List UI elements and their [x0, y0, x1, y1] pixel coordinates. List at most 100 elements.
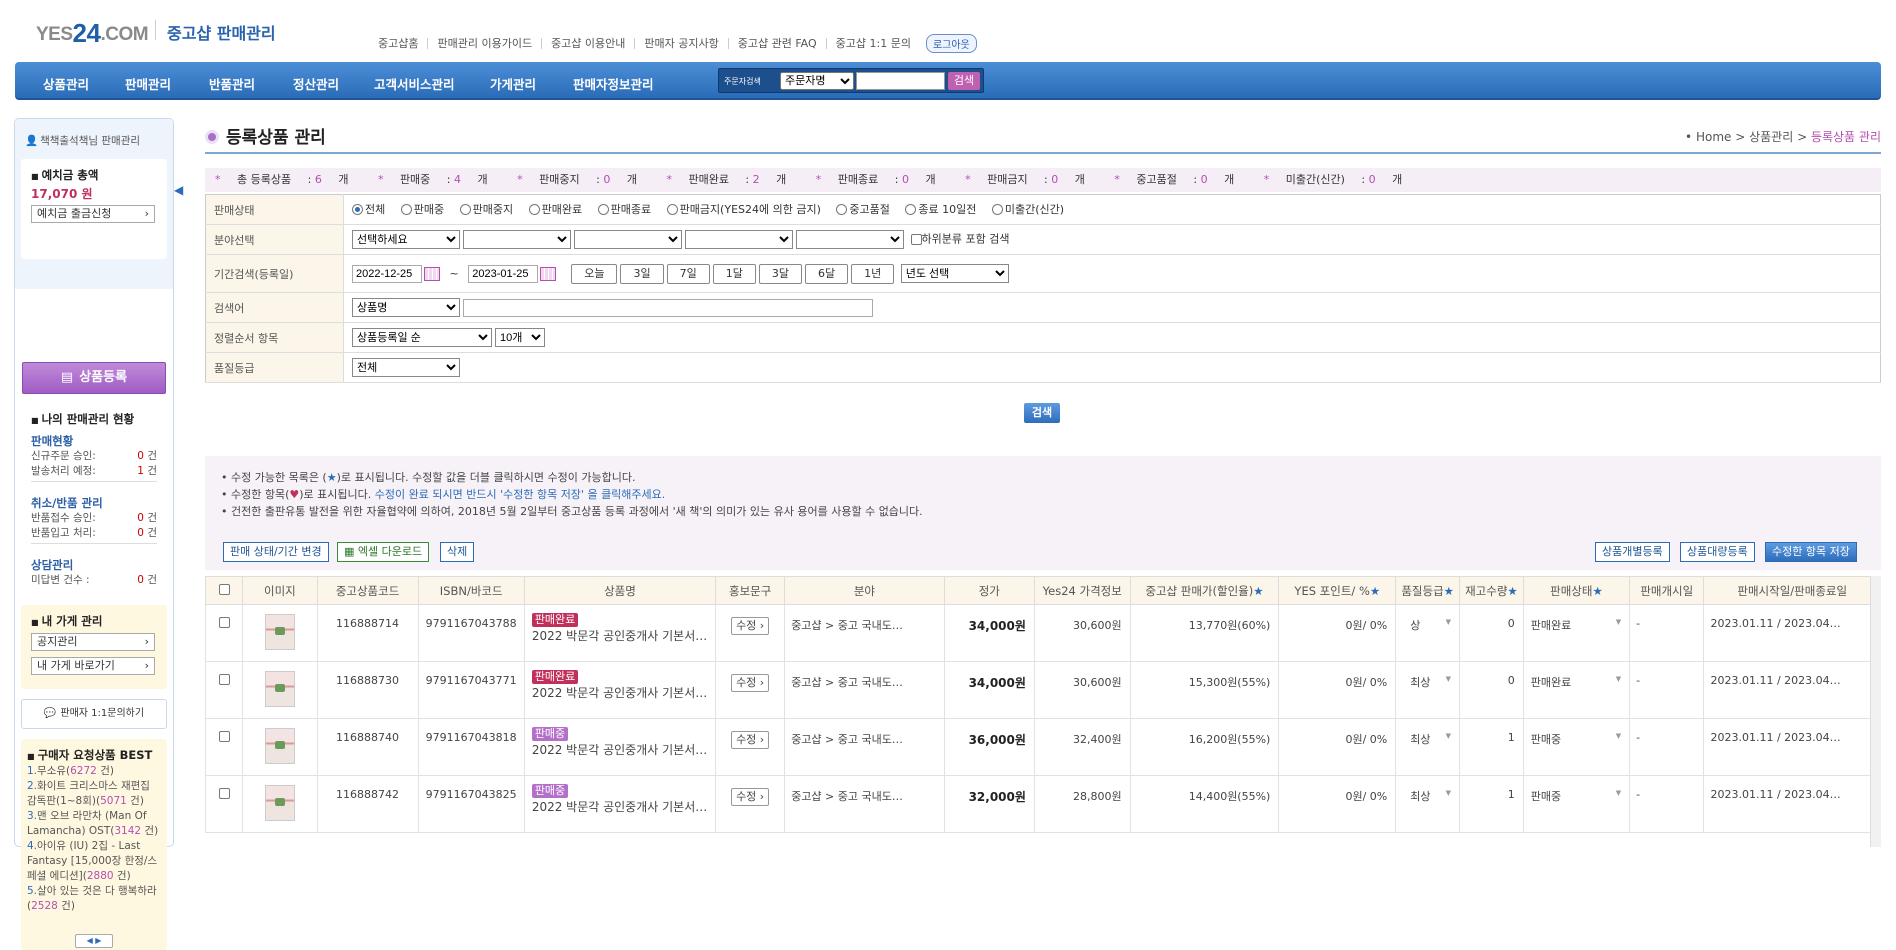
product-name-link[interactable]: 2022 박문각 공인중개사 기본서… [532, 686, 707, 700]
best-item[interactable]: 2.화이트 크리스마스 재편집 감독판(1~8회)(5071 건) [27, 779, 161, 809]
edit-promo-button[interactable]: 수정 › [731, 674, 770, 692]
status-dropdown[interactable]: 판매중 [1531, 731, 1629, 747]
select-all-checkbox[interactable] [218, 583, 230, 595]
next-icon[interactable]: ▶ [95, 936, 101, 945]
category-select-5[interactable] [796, 230, 904, 249]
status-dropdown[interactable]: 판매완료 [1531, 674, 1629, 690]
calendar-icon[interactable] [540, 266, 557, 281]
status-cell[interactable]: 판매중 [1522, 718, 1631, 776]
calendar-icon[interactable] [424, 266, 440, 281]
product-name-link[interactable]: 2022 박문각 공인중개사 기본서… [532, 743, 707, 757]
best-item[interactable]: 3.맨 오브 라만차 (Man Of Lamancha) OST(3142 건) [27, 809, 161, 839]
yes24-logo[interactable]: YES24.COM [36, 16, 149, 48]
sales-status-head[interactable]: 판매현황 [31, 433, 73, 449]
status-cell[interactable]: 판매완료 [1522, 661, 1631, 719]
page-size-select[interactable]: 10개 [495, 328, 545, 347]
status-cell[interactable]: 판매완료 [1522, 604, 1631, 662]
grade-dropdown[interactable]: 상 [1410, 617, 1458, 633]
sale-price-cell[interactable]: 15,300원(55%) [1129, 661, 1280, 719]
top-link-notice[interactable]: 판매자 공지사항 [634, 38, 727, 49]
year-select[interactable]: 년도 선택 [900, 264, 1009, 283]
top-link-usedshop-home[interactable]: 중고샵홈 [378, 38, 427, 49]
order-search-type-select[interactable]: 주문자명 [780, 72, 854, 90]
nav-store[interactable]: 가게관리 [490, 74, 536, 93]
crumb-product[interactable]: 상품관리 [1749, 130, 1793, 144]
table-scrollbar[interactable] [1870, 576, 1881, 847]
category-select-3[interactable] [574, 230, 682, 249]
grade-cell[interactable]: 최상 [1395, 661, 1461, 719]
radio-ended[interactable]: 판매종료 [597, 201, 651, 217]
my-store-button[interactable]: 내 가게 바로가기 [31, 657, 155, 675]
top-link-guide[interactable]: 판매관리 이용가이드 [427, 38, 541, 49]
radio-ending-soon[interactable]: 종료 10일전 [905, 201, 976, 217]
radio-sold[interactable]: 판매완료 [528, 201, 582, 217]
period-7day-button[interactable]: 7일 [666, 263, 710, 284]
radio-banned[interactable]: 판매금지(YES24에 의한 금지) [666, 201, 821, 217]
top-link-info[interactable]: 중고샵 이용안내 [541, 38, 634, 49]
product-name-link[interactable]: 2022 박문각 공인중개사 기본서… [532, 629, 707, 643]
stock-cell[interactable]: 0 [1459, 604, 1524, 662]
book-thumbnail[interactable] [264, 727, 295, 764]
order-search-button[interactable]: 검색 [948, 72, 980, 90]
edit-promo-button[interactable]: 수정 › [731, 731, 770, 749]
consult-head[interactable]: 상담관리 [31, 557, 73, 573]
grade-cell[interactable]: 최상 [1395, 718, 1461, 776]
save-changes-button[interactable]: 수정한 항목 저장 [1765, 542, 1857, 562]
site-subtitle[interactable]: 중고샵 판매관리 [167, 20, 276, 44]
keyword-input[interactable] [463, 298, 873, 317]
best-item[interactable]: 1.무소유(6272 건) [27, 764, 161, 779]
table-row[interactable]: 116888730 9791167043771 판매완료 2022 박문각 공인중개사… [204, 661, 1881, 719]
deposit-withdraw-button[interactable]: 예치금 출금신청 [31, 205, 155, 223]
row-checkbox[interactable] [218, 674, 230, 685]
sort-select[interactable]: 상품등록일 순 [352, 328, 492, 347]
sale-price-cell[interactable]: 14,400원(55%) [1129, 775, 1280, 833]
radio-unpublished[interactable]: 미출간(신간) [991, 201, 1064, 217]
product-register-button[interactable]: ▤ 상품등록 [22, 362, 166, 394]
grade-select[interactable]: 전체 [352, 358, 460, 377]
nav-customer-service[interactable]: 고객서비스관리 [374, 74, 455, 93]
category-select-1[interactable]: 선택하세요 [352, 230, 460, 249]
period-1month-button[interactable]: 1달 [712, 263, 756, 284]
sale-price-cell[interactable]: 16,200원(55%) [1129, 718, 1280, 776]
status-dropdown[interactable]: 판매완료 [1531, 617, 1629, 633]
nav-return[interactable]: 반품관리 [209, 74, 255, 93]
best-pager[interactable]: ◀ ▶ [75, 934, 113, 948]
period-1year-button[interactable]: 1년 [851, 263, 895, 284]
nav-product[interactable]: 상품관리 [43, 74, 89, 93]
status-dropdown[interactable]: 판매중 [1531, 788, 1629, 804]
excel-download-button[interactable]: ▦ 엑셀 다운로드 [337, 542, 430, 562]
cancel-return-head[interactable]: 취소/반품 관리 [31, 495, 103, 511]
period-3month-button[interactable]: 3달 [758, 263, 802, 284]
date-from-input[interactable] [352, 264, 422, 283]
grade-dropdown[interactable]: 최상 [1410, 674, 1458, 690]
grade-dropdown[interactable]: 최상 [1410, 788, 1458, 804]
radio-all[interactable]: 전체 [352, 201, 385, 217]
sidebar-collapse-icon[interactable]: ◀ [174, 183, 186, 207]
book-thumbnail[interactable] [264, 784, 295, 821]
table-row[interactable]: 116888742 9791167043825 판매중 2022 박문각 공인중개사 … [204, 775, 1881, 833]
product-name-link[interactable]: 2022 박문각 공인중개사 기본서… [532, 800, 707, 814]
best-item[interactable]: 5.살아 있는 것은 다 행복하라(2528 건) [27, 884, 161, 914]
order-search-input[interactable] [856, 72, 945, 90]
single-register-button[interactable]: 상품개별등록 [1595, 542, 1670, 562]
edit-promo-button[interactable]: 수정 › [731, 617, 770, 635]
stock-cell[interactable]: 1 [1459, 718, 1524, 776]
category-select-4[interactable] [685, 230, 793, 249]
edit-promo-button[interactable]: 수정 › [731, 788, 770, 806]
status-period-change-button[interactable]: 판매 상태/기간 변경 [223, 542, 329, 562]
point-cell[interactable]: 0원/ 0% [1278, 775, 1397, 833]
status-cell[interactable]: 판매중 [1522, 775, 1631, 833]
grade-cell[interactable]: 최상 [1395, 775, 1461, 833]
filter-search-button[interactable]: 검색 [1024, 403, 1060, 423]
logout-button[interactable]: 로그아웃 [925, 34, 977, 53]
point-cell[interactable]: 0원/ 0% [1278, 604, 1397, 662]
row-checkbox[interactable] [218, 617, 230, 628]
keyword-type-select[interactable]: 상품명 [352, 298, 460, 317]
delete-button[interactable]: 삭제 [440, 542, 475, 562]
include-subcategory-checkbox[interactable] [910, 234, 922, 245]
crumb-home[interactable]: Home [1696, 130, 1731, 144]
table-row[interactable]: 116888740 9791167043818 판매중 2022 박문각 공인중개사 … [204, 718, 1881, 776]
point-cell[interactable]: 0원/ 0% [1278, 718, 1397, 776]
grade-cell[interactable]: 상 [1395, 604, 1461, 662]
notice-manage-button[interactable]: 공지관리 [31, 633, 155, 651]
